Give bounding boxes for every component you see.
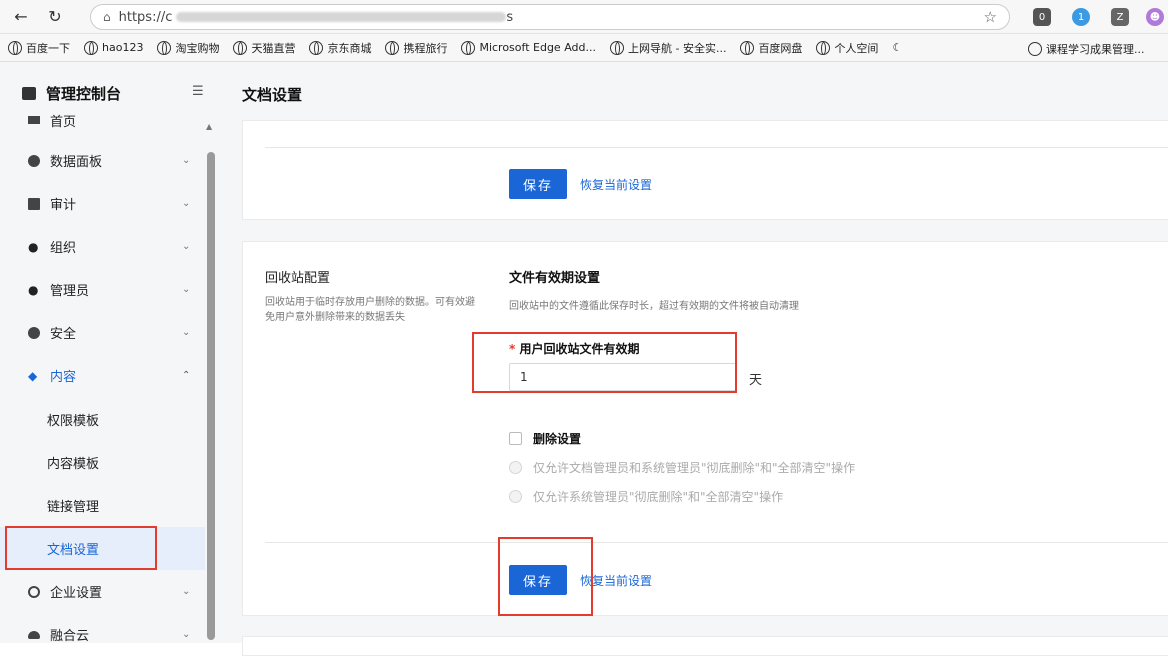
recycle-bin-title: 回收站配置 bbox=[265, 271, 331, 286]
extension-icon-2[interactable]: 1 bbox=[1072, 8, 1090, 26]
radio-system-admin-only-label: 仅允许系统管理员"彻底删除"和"全部清空"操作 bbox=[533, 490, 784, 504]
sidebar-item-enterprise-settings[interactable]: 企业设置 ⌄ bbox=[0, 570, 205, 613]
bookmark-item[interactable]: 百度网盘 bbox=[740, 40, 802, 56]
chevron-down-icon: ⌄ bbox=[182, 155, 191, 166]
highlight-box-retention-field bbox=[472, 332, 737, 393]
extension-icon-4[interactable]: ☻ bbox=[1146, 8, 1164, 26]
globe-icon bbox=[233, 40, 248, 55]
radio-doc-and-system-admin-label: 仅允许文档管理员和系统管理员"彻底删除"和"全部清空"操作 bbox=[533, 461, 856, 475]
bookmark-item[interactable]: 上网导航 - 安全实... bbox=[609, 40, 726, 56]
chevron-down-icon: ⌄ bbox=[182, 241, 191, 252]
divider bbox=[265, 542, 1168, 543]
sidebar-item-audit[interactable]: 审计 ⌄ bbox=[0, 182, 205, 225]
globe-icon bbox=[385, 40, 400, 55]
url-redacted bbox=[176, 12, 507, 22]
delete-settings-checkbox[interactable] bbox=[509, 432, 522, 445]
radio-doc-and-system-admin[interactable] bbox=[509, 461, 522, 474]
sidebar-item-content[interactable]: ◆ 内容 ⌃ bbox=[0, 354, 205, 397]
console-logo-icon bbox=[22, 86, 36, 100]
sidebar-item-admin[interactable]: ● 管理员 ⌄ bbox=[0, 268, 205, 311]
audit-icon bbox=[28, 197, 40, 210]
chevron-down-icon: ⌄ bbox=[182, 327, 191, 338]
sidebar-item-home[interactable]: 首页 bbox=[0, 110, 205, 130]
bookmark-item[interactable]: 携程旅行 bbox=[385, 40, 447, 56]
globe-icon bbox=[8, 40, 22, 55]
bookmark-item[interactable]: hao123 bbox=[84, 40, 143, 55]
reload-icon[interactable]: ↻ bbox=[42, 4, 68, 30]
sidebar-subitem-content-templates[interactable]: 内容模板 bbox=[0, 441, 205, 484]
gear-icon bbox=[28, 585, 40, 598]
url-prefix: https://c bbox=[118, 9, 173, 25]
pie-chart-icon bbox=[28, 154, 40, 167]
layers-icon: ◆ bbox=[28, 368, 38, 383]
bookmark-item[interactable]: 淘宝购物 bbox=[157, 40, 219, 56]
bookmarks-bar: 百度一下 hao123 淘宝购物 天猫直营 京东商城 携程旅行 Microsof… bbox=[0, 34, 1168, 62]
browser-toolbar: ← ↻ ⌂ https://c s ☆ 0 1 Z ☻ bbox=[0, 0, 1168, 34]
bookmark-item[interactable]: Microsoft Edge Add... bbox=[461, 40, 596, 55]
globe-icon bbox=[609, 40, 624, 55]
sidebar-scrollbar[interactable] bbox=[207, 152, 215, 640]
bookmark-item[interactable]: 京东商城 bbox=[309, 40, 371, 56]
moon-icon[interactable]: ☾ bbox=[892, 41, 902, 54]
user-icon: ● bbox=[28, 239, 39, 254]
extension-icon-1[interactable]: 0 bbox=[1033, 8, 1051, 26]
site-info-icon[interactable]: ⌂ bbox=[103, 10, 111, 24]
bookmark-item[interactable]: 天猫直营 bbox=[233, 40, 295, 56]
home-icon bbox=[28, 116, 40, 124]
favorite-star-icon[interactable]: ☆ bbox=[984, 8, 997, 26]
app-root: 管理控制台 ☰ ▲ 首页 数据面板 ⌄ 审计 ⌄ ● 组织 ⌄ ● 管理员 ⌄ bbox=[0, 62, 1168, 656]
bookmark-item[interactable]: 个人空间 bbox=[816, 40, 878, 56]
cloud-icon bbox=[28, 630, 40, 639]
save-button-top[interactable]: 保存 bbox=[509, 169, 567, 199]
extension-icon-3[interactable]: Z bbox=[1111, 8, 1129, 26]
file-validity-section-title: 文件有效期设置 bbox=[509, 271, 601, 286]
globe-icon bbox=[461, 40, 476, 55]
main-content: 文档设置 保存 恢复当前设置 回收站配置 回收站用于临时存放用户删除的数据。可有… bbox=[220, 62, 1168, 656]
sidebar-subitem-permission-templates[interactable]: 权限模板 bbox=[0, 398, 205, 441]
shield-check-icon bbox=[28, 326, 40, 339]
globe-icon bbox=[309, 40, 324, 55]
url-suffix: s bbox=[506, 9, 514, 25]
collapse-sidebar-icon[interactable]: ☰ bbox=[192, 84, 204, 99]
restore-settings-link-top[interactable]: 恢复当前设置 bbox=[580, 176, 652, 193]
divider bbox=[265, 147, 1168, 148]
address-bar[interactable]: ⌂ https://c s ☆ bbox=[90, 4, 1010, 30]
bookmark-item[interactable]: 百度一下 bbox=[8, 40, 70, 56]
highlight-box-save-button bbox=[498, 537, 593, 616]
recycle-bin-description: 回收站用于临时存放用户删除的数据。可有效避免用户意外删除带来的数据丢失 bbox=[265, 297, 475, 323]
radio-system-admin-only[interactable] bbox=[509, 490, 522, 503]
sidebar-item-fusion-cloud[interactable]: 融合云 ⌄ bbox=[0, 613, 205, 656]
highlight-box-sidebar bbox=[5, 526, 157, 570]
globe-icon bbox=[1028, 42, 1042, 56]
chevron-down-icon: ⌄ bbox=[182, 284, 191, 295]
bookmark-item[interactable]: 课程学习成果管理... bbox=[1028, 41, 1145, 57]
file-validity-hint: 回收站中的文件遵循此保存时长，超过有效期的文件将被自动清理 bbox=[509, 301, 799, 312]
back-icon[interactable]: ← bbox=[8, 4, 34, 30]
next-card bbox=[242, 636, 1168, 656]
chevron-down-icon: ⌄ bbox=[182, 586, 191, 597]
globe-icon bbox=[84, 40, 98, 55]
page-title: 文档设置 bbox=[242, 86, 303, 104]
chevron-down-icon: ⌄ bbox=[182, 198, 191, 209]
sidebar-item-organization[interactable]: ● 组织 ⌄ bbox=[0, 225, 205, 268]
sidebar-item-dashboard[interactable]: 数据面板 ⌄ bbox=[0, 139, 205, 182]
top-settings-card: 保存 恢复当前设置 bbox=[242, 120, 1168, 220]
chevron-down-icon: ⌄ bbox=[182, 629, 191, 640]
admin-icon: ● bbox=[28, 282, 39, 297]
retention-unit: 天 bbox=[749, 373, 763, 388]
sidebar: 管理控制台 ☰ ▲ 首页 数据面板 ⌄ 审计 ⌄ ● 组织 ⌄ ● 管理员 ⌄ bbox=[0, 62, 220, 644]
globe-icon bbox=[740, 40, 755, 55]
sidebar-item-security[interactable]: 安全 ⌄ bbox=[0, 311, 205, 354]
globe-icon bbox=[157, 40, 172, 55]
chevron-up-icon: ⌃ bbox=[182, 370, 191, 381]
scroll-up-arrow-icon[interactable]: ▲ bbox=[206, 122, 212, 131]
delete-settings-label: 删除设置 bbox=[533, 432, 582, 446]
sidebar-subitem-link-management[interactable]: 链接管理 bbox=[0, 484, 205, 527]
globe-icon bbox=[816, 40, 831, 55]
recycle-bin-card: 回收站配置 回收站用于临时存放用户删除的数据。可有效避免用户意外删除带来的数据丢… bbox=[242, 241, 1168, 616]
console-title: 管理控制台 bbox=[46, 84, 122, 103]
